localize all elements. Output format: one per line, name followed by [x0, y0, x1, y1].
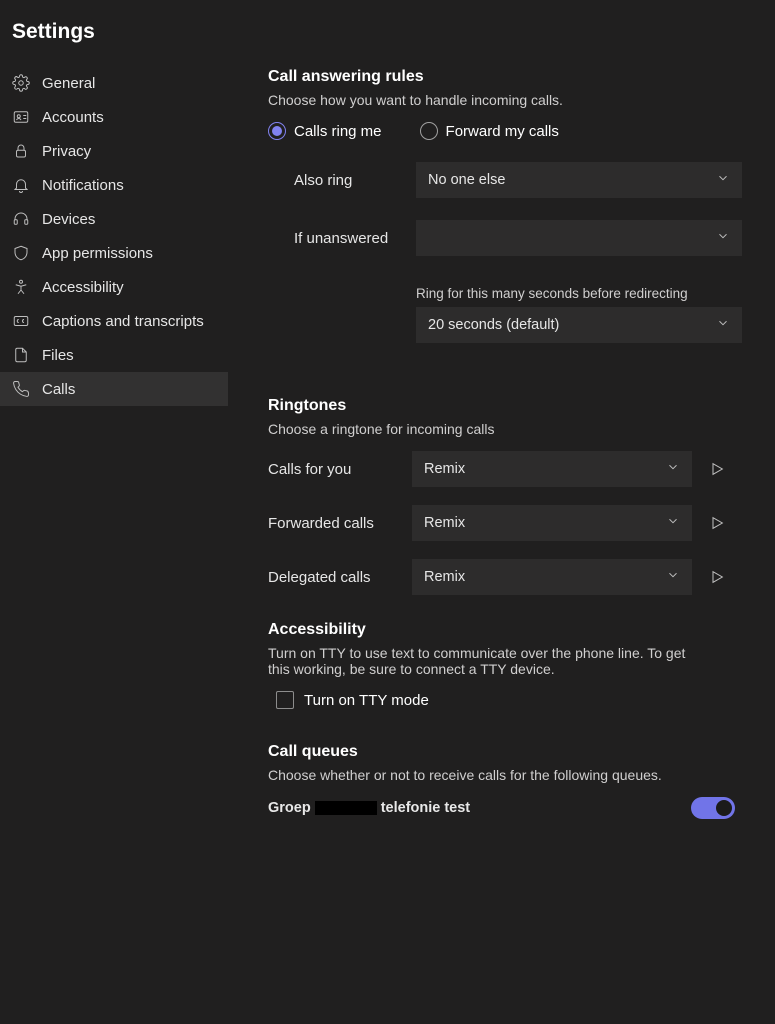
sidebar-item-accessibility[interactable]: Accessibility: [0, 270, 228, 304]
play-ringtone-button[interactable]: [706, 458, 728, 480]
sidebar-item-app-permissions[interactable]: App permissions: [0, 236, 228, 270]
radio-label: Forward my calls: [446, 123, 559, 140]
sidebar-item-files[interactable]: Files: [0, 338, 228, 372]
headset-icon: [12, 210, 30, 228]
file-icon: [12, 346, 30, 364]
ringtones-desc: Choose a ringtone for incoming calls: [268, 421, 755, 437]
play-ringtone-button[interactable]: [706, 512, 728, 534]
radio-label: Calls ring me: [294, 123, 382, 140]
ringtone-calls-for-you-select[interactable]: Remix: [412, 451, 692, 487]
sidebar-item-label: Calls: [42, 381, 75, 398]
ringtone-delegated-select[interactable]: Remix: [412, 559, 692, 595]
sidebar-item-accounts[interactable]: Accounts: [0, 100, 228, 134]
if-unanswered-label: If unanswered: [294, 230, 416, 247]
sidebar-item-label: Accounts: [42, 109, 104, 126]
also-ring-select[interactable]: No one else: [416, 162, 742, 198]
ringtone-calls-for-you-label: Calls for you: [268, 461, 398, 478]
accessibility-title: Accessibility: [268, 621, 755, 639]
sidebar-item-label: General: [42, 75, 95, 92]
call-queues-title: Call queues: [268, 743, 755, 761]
chevron-down-icon: [716, 229, 730, 247]
id-card-icon: [12, 108, 30, 126]
sidebar-item-label: Accessibility: [42, 279, 124, 296]
call-queues-desc: Choose whether or not to receive calls f…: [268, 767, 755, 783]
if-unanswered-select[interactable]: [416, 220, 742, 256]
chevron-down-icon: [716, 171, 730, 189]
radio-checked-icon: [268, 122, 286, 140]
sidebar-item-label: Devices: [42, 211, 95, 228]
shield-icon: [12, 244, 30, 262]
tty-mode-checkbox[interactable]: Turn on TTY mode: [268, 691, 755, 709]
ringtones-title: Ringtones: [268, 397, 755, 415]
select-value: 20 seconds (default): [428, 317, 559, 333]
chevron-down-icon: [666, 568, 680, 586]
ring-seconds-select[interactable]: 20 seconds (default): [416, 307, 742, 343]
sidebar-item-label: App permissions: [42, 245, 153, 262]
queue-name: Groep telefonie test: [268, 800, 470, 816]
play-ringtone-button[interactable]: [706, 566, 728, 588]
chevron-down-icon: [666, 514, 680, 532]
ring-seconds-helper: Ring for this many seconds before redire…: [416, 286, 755, 301]
lock-icon: [12, 142, 30, 160]
also-ring-label: Also ring: [294, 172, 416, 189]
accessibility-person-icon: [12, 278, 30, 296]
call-rules-desc: Choose how you want to handle incoming c…: [268, 92, 755, 108]
select-value: Remix: [424, 515, 465, 531]
sidebar-item-label: Privacy: [42, 143, 91, 160]
queue-toggle[interactable]: [691, 797, 735, 819]
radio-forward-calls[interactable]: Forward my calls: [420, 122, 559, 140]
radio-calls-ring-me[interactable]: Calls ring me: [268, 122, 382, 140]
chevron-down-icon: [716, 316, 730, 334]
sidebar-item-label: Files: [42, 347, 74, 364]
sidebar-item-captions[interactable]: Captions and transcripts: [0, 304, 228, 338]
ringtone-delegated-label: Delegated calls: [268, 569, 398, 586]
bell-icon: [12, 176, 30, 194]
main-panel: Call answering rules Choose how you want…: [228, 62, 775, 1024]
sidebar-item-label: Notifications: [42, 177, 124, 194]
gear-icon: [12, 74, 30, 92]
call-rules-title: Call answering rules: [268, 68, 755, 86]
chevron-down-icon: [666, 460, 680, 478]
phone-icon: [12, 380, 30, 398]
ringtone-forwarded-label: Forwarded calls: [268, 515, 398, 532]
select-value: No one else: [428, 172, 505, 188]
accessibility-desc: Turn on TTY to use text to communicate o…: [268, 645, 698, 677]
checkbox-unchecked-icon: [276, 691, 294, 709]
redacted-text: [315, 801, 377, 815]
checkbox-label: Turn on TTY mode: [304, 692, 429, 709]
sidebar-item-label: Captions and transcripts: [42, 313, 204, 330]
sidebar: General Accounts Privacy Notifications: [0, 62, 228, 1024]
sidebar-item-privacy[interactable]: Privacy: [0, 134, 228, 168]
sidebar-item-general[interactable]: General: [0, 66, 228, 100]
page-title: Settings: [0, 10, 775, 62]
sidebar-item-calls[interactable]: Calls: [0, 372, 228, 406]
ringtone-forwarded-select[interactable]: Remix: [412, 505, 692, 541]
radio-unchecked-icon: [420, 122, 438, 140]
sidebar-item-notifications[interactable]: Notifications: [0, 168, 228, 202]
select-value: Remix: [424, 569, 465, 585]
sidebar-item-devices[interactable]: Devices: [0, 202, 228, 236]
cc-icon: [12, 312, 30, 330]
select-value: Remix: [424, 461, 465, 477]
